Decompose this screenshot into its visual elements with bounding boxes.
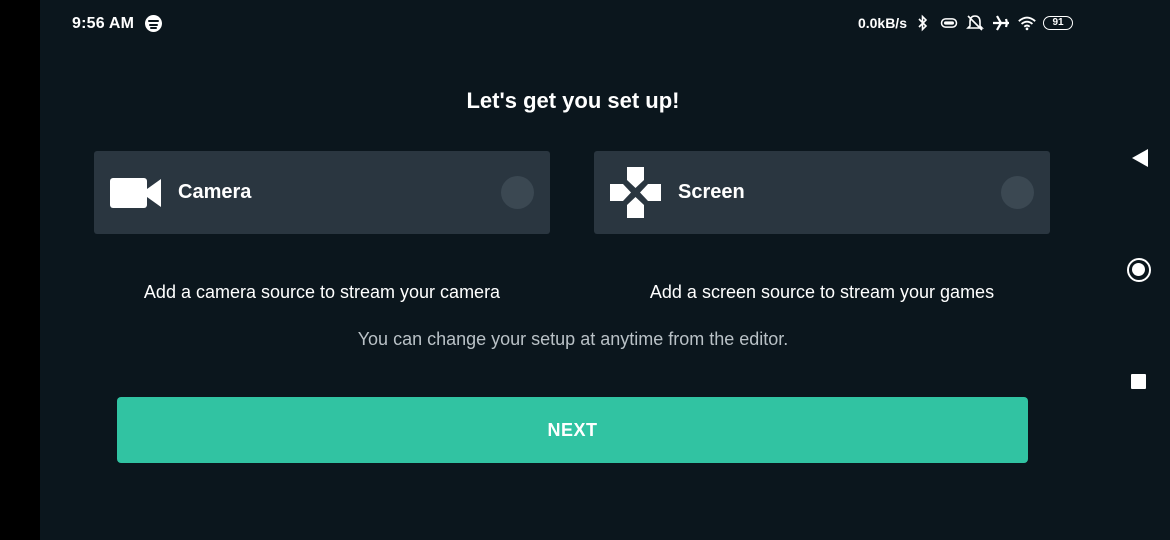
camera-description: Add a camera source to stream your camer… bbox=[143, 282, 501, 302]
status-bar: 9:56 AM 0.0kB/s 91 bbox=[40, 0, 1170, 48]
camera-option-label: Camera bbox=[178, 181, 252, 203]
alarm-off-icon bbox=[966, 15, 984, 31]
battery-icon: 91 bbox=[1043, 16, 1073, 30]
wifi-icon bbox=[1018, 16, 1036, 31]
setup-note: You can change your setup at anytime fro… bbox=[357, 329, 789, 349]
network-speed: 0.0kB/s bbox=[857, 15, 907, 31]
camera-radio[interactable] bbox=[501, 176, 534, 209]
status-icons: 0.0kB/s 91 bbox=[858, 14, 1073, 32]
screen-option-label: Screen bbox=[678, 181, 745, 203]
vibrate-icon bbox=[940, 18, 958, 28]
system-nav-bar bbox=[1106, 48, 1170, 540]
spotify-icon bbox=[145, 15, 162, 32]
back-icon[interactable] bbox=[1132, 149, 1148, 167]
app-screen: 9:56 AM 0.0kB/s 91 Let's get you set up!… bbox=[40, 0, 1170, 540]
screen-option[interactable]: Screen bbox=[594, 151, 1050, 234]
screen-description: Add a screen source to stream your games bbox=[649, 282, 995, 302]
gamepad-icon bbox=[610, 167, 661, 218]
page-title: Let's get you set up! bbox=[466, 88, 680, 113]
video-camera-icon bbox=[110, 178, 161, 208]
home-icon[interactable] bbox=[1127, 258, 1151, 282]
camera-option[interactable]: Camera bbox=[94, 151, 550, 234]
next-button[interactable]: NEXT bbox=[117, 397, 1028, 463]
screen-radio[interactable] bbox=[1001, 176, 1034, 209]
airplane-icon bbox=[993, 15, 1009, 31]
recents-icon[interactable] bbox=[1131, 374, 1146, 389]
bluetooth-icon bbox=[918, 14, 928, 32]
status-time: 9:56 AM bbox=[72, 15, 135, 32]
